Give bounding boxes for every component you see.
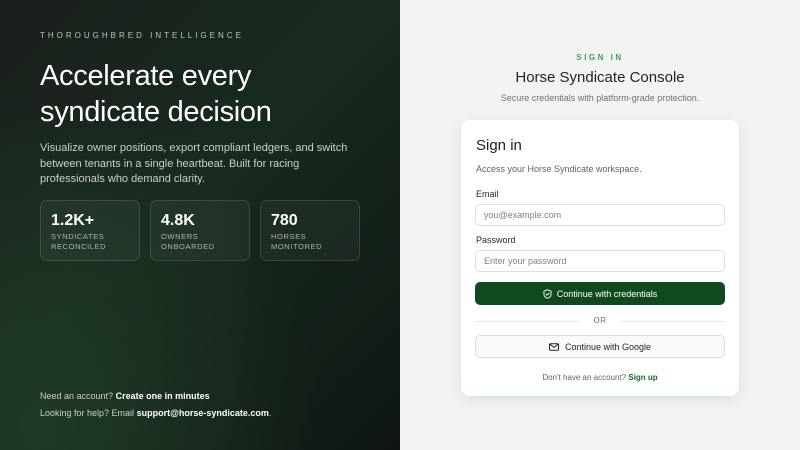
- or-divider: OR: [475, 315, 725, 327]
- email-label: Email: [476, 189, 499, 199]
- help-row: Looking for help? Email support@horse-sy…: [40, 408, 271, 418]
- account-prompt-text: Need an account?: [40, 391, 114, 401]
- stat-card-horses: 780 HORSES MONITORED: [260, 200, 360, 261]
- support-email-link[interactable]: support@horse-syndicate.com: [137, 408, 269, 418]
- stat-value: 780: [271, 212, 298, 229]
- card-title: Sign in: [476, 137, 522, 154]
- help-prompt-text: Looking for help? Email: [40, 408, 135, 418]
- signin-kicker: SIGN IN: [576, 53, 624, 62]
- continue-credentials-label: Continue with credentials: [556, 288, 658, 299]
- create-account-link[interactable]: Create one in minutes: [116, 391, 210, 401]
- email-input[interactable]: [475, 204, 725, 226]
- stats-row: 1.2K+ SYNDICATES RECONCILED 4.8K OWNERS …: [40, 200, 360, 261]
- stat-label-line2: ONBOARDED: [161, 242, 215, 251]
- stat-card-syndicates: 1.2K+ SYNDICATES RECONCILED: [40, 200, 140, 261]
- hero-eyebrow: THOROUGHBRED INTELLIGENCE: [40, 31, 244, 40]
- stat-card-owners: 4.8K OWNERS ONBOARDED: [150, 200, 250, 261]
- hero-panel: THOROUGHBRED INTELLIGENCE Accelerate eve…: [0, 0, 400, 450]
- auth-panel: SIGN IN Horse Syndicate Console Secure c…: [400, 0, 800, 450]
- continue-google-label: Continue with Google: [564, 341, 652, 352]
- divider-line-right: [620, 321, 725, 322]
- console-subtitle: Secure credentials with platform-grade p…: [500, 93, 700, 103]
- help-suffix: .: [268, 408, 272, 418]
- signup-link[interactable]: Sign up: [628, 373, 657, 382]
- stat-label-line1: HORSES: [271, 232, 307, 241]
- card-subtitle: Access your Horse Syndicate workspace.: [476, 164, 642, 174]
- mail-icon: [548, 342, 559, 351]
- stat-label-line1: OWNERS: [161, 232, 199, 241]
- account-prompt-row: Need an account? Create one in minutes: [40, 391, 210, 401]
- password-input[interactable]: [475, 250, 725, 272]
- stat-value: 1.2K+: [51, 212, 95, 229]
- stat-label-line1: SYNDICATES: [51, 232, 105, 241]
- signin-card: Sign in Access your Horse Syndicate work…: [461, 120, 739, 396]
- stat-label-line2: MONITORED: [271, 242, 323, 251]
- hero-description: Visualize owner positions, export compli…: [40, 142, 348, 185]
- continue-google-button[interactable]: Continue with Google: [475, 335, 725, 358]
- continue-credentials-button[interactable]: Continue with credentials: [475, 282, 725, 305]
- signup-row: Don't have an account? Sign up: [461, 373, 739, 382]
- console-title: Horse Syndicate Console: [515, 69, 685, 86]
- shield-check-icon: [543, 288, 552, 299]
- stat-label-line2: RECONCILED: [51, 242, 107, 251]
- signup-prompt: Don't have an account?: [542, 373, 627, 382]
- password-label: Password: [476, 235, 516, 245]
- stat-value: 4.8K: [161, 212, 195, 229]
- hero-title: Accelerate every syndicate decision: [40, 60, 272, 128]
